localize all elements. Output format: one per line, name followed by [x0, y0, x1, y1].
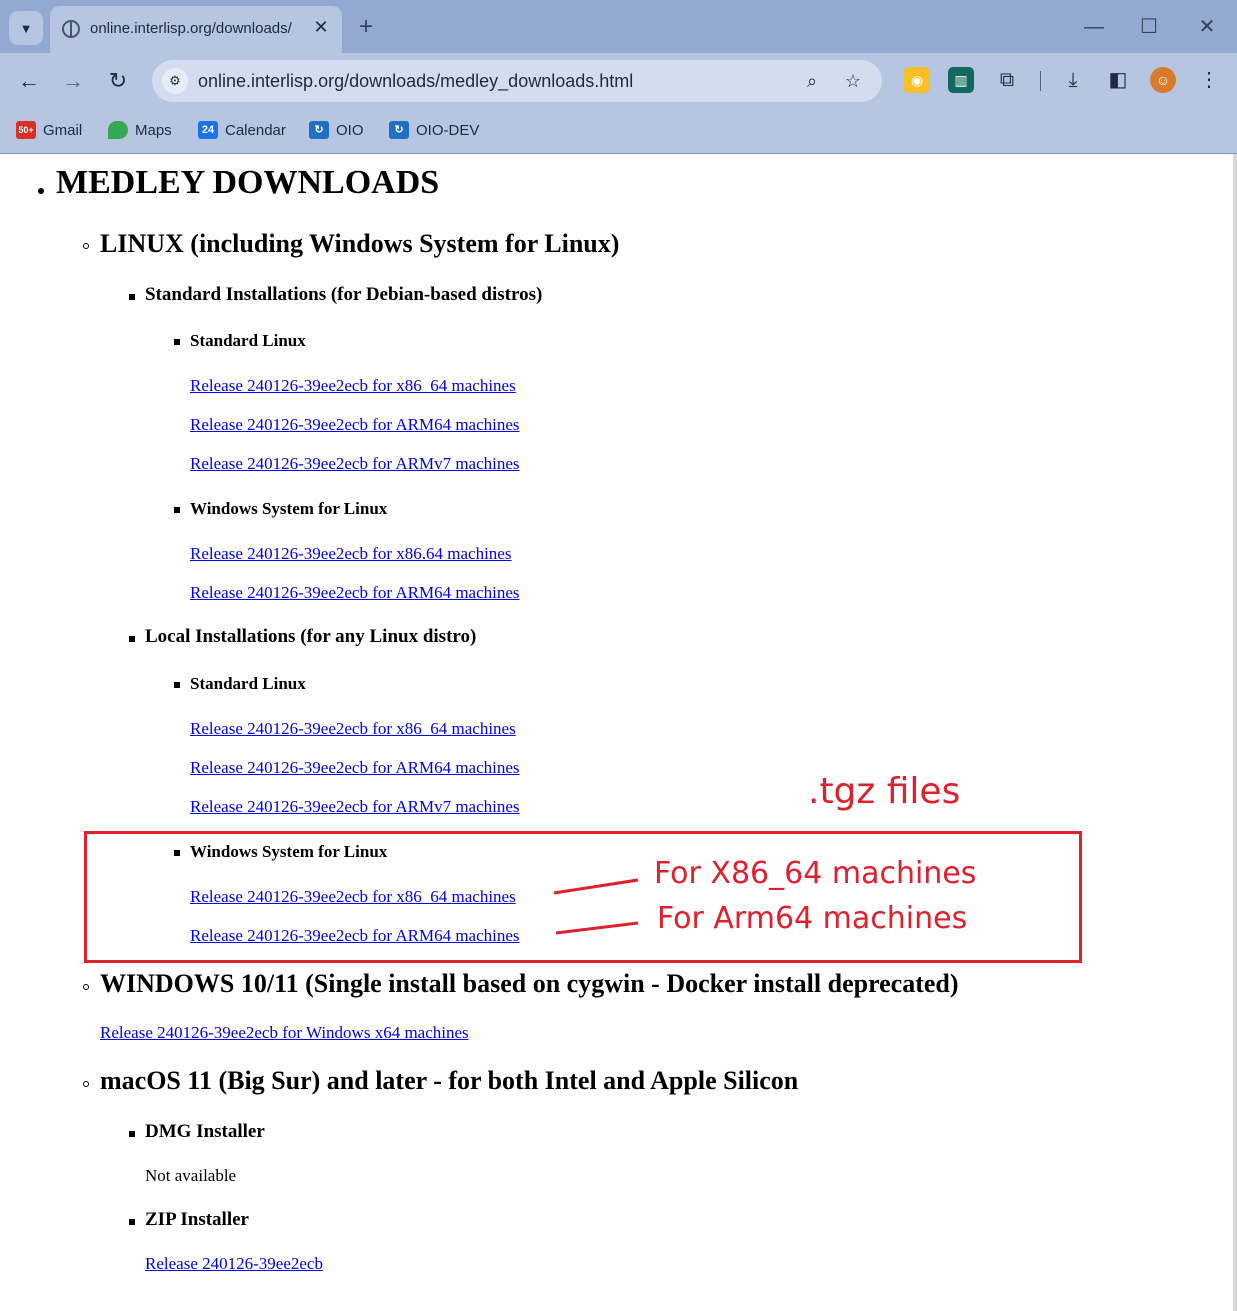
- forward-arrow-icon[interactable]: →: [55, 63, 91, 99]
- bookmark-calendar[interactable]: 24 Calendar: [198, 119, 286, 141]
- download-link[interactable]: Release 240126-39ee2ecb for x86_64 machi…: [190, 719, 516, 739]
- scrollbar[interactable]: [1233, 154, 1237, 1311]
- close-window-icon[interactable]: ✕: [1187, 10, 1227, 44]
- annotation-line-x86: [553, 878, 639, 895]
- tab-title: online.interlisp.org/downloads/: [90, 20, 292, 37]
- bookmark-label: OIO: [336, 121, 364, 139]
- toolbar: ← → ↻ ⚙ online.interlisp.org/downloads/m…: [0, 53, 1237, 109]
- side-panel-icon[interactable]: ◧: [1105, 67, 1131, 93]
- download-link[interactable]: Release 240126-39ee2ecb for x86.64 machi…: [190, 544, 511, 564]
- bullet: [38, 188, 44, 194]
- bullet: [83, 243, 89, 249]
- annotation-tgz-label: .tgz files: [808, 771, 961, 812]
- annotation-line-arm: [555, 921, 639, 935]
- browser-tab[interactable]: online.interlisp.org/downloads/ ✕: [50, 6, 342, 53]
- bookmark-gmail[interactable]: 50+ Gmail: [16, 119, 82, 141]
- star-icon[interactable]: ☆: [841, 69, 865, 93]
- bookmarks-bar: 50+ Gmail Maps 24 Calendar ↻ OIO ↻ OIO-D…: [0, 109, 1237, 153]
- bookmark-oio[interactable]: ↻ OIO: [309, 119, 364, 141]
- annotation-arm-label: For Arm64 machines: [657, 901, 968, 936]
- download-link[interactable]: Release 240126-39ee2ecb: [145, 1254, 323, 1274]
- bullet: [129, 1131, 135, 1137]
- tab-bar: ▼ online.interlisp.org/downloads/ ✕ + — …: [0, 0, 1237, 53]
- download-link[interactable]: Release 240126-39ee2ecb for ARM64 machin…: [190, 415, 520, 435]
- standard-linux-heading: Standard Linux: [190, 674, 306, 693]
- linux-heading: LINUX (including Windows System for Linu…: [100, 229, 620, 258]
- puzzle-icon[interactable]: ⧉: [994, 67, 1020, 93]
- download-link[interactable]: Release 240126-39ee2ecb for ARM64 machin…: [190, 758, 520, 778]
- zoom-icon[interactable]: ⌕: [800, 69, 824, 93]
- local-installations-heading: Local Installations (for any Linux distr…: [145, 626, 477, 647]
- tune-icon[interactable]: ⚙: [162, 68, 188, 94]
- toolbar-separator: [1040, 71, 1041, 91]
- download-link[interactable]: Release 240126-39ee2ecb for ARMv7 machin…: [190, 454, 520, 474]
- bullet: [83, 1081, 89, 1087]
- bookmark-maps[interactable]: Maps: [108, 119, 172, 141]
- chevron-down-icon[interactable]: ▼: [9, 11, 43, 45]
- keep-extension-icon[interactable]: ◉: [904, 67, 930, 93]
- windows-heading: WINDOWS 10/11 (Single install based on c…: [100, 969, 959, 998]
- download-link[interactable]: Release 240126-39ee2ecb for ARM64 machin…: [190, 583, 520, 603]
- bookmark-oio-dev[interactable]: ↻ OIO-DEV: [389, 119, 479, 141]
- kebab-menu-icon[interactable]: ⋮: [1196, 67, 1222, 93]
- address-bar[interactable]: ⚙ online.interlisp.org/downloads/medley_…: [152, 60, 882, 102]
- page-title: MEDLEY DOWNLOADS: [56, 164, 440, 201]
- plus-icon[interactable]: +: [352, 13, 380, 41]
- oio-dev-icon: ↻: [389, 121, 409, 139]
- bookmark-label: Maps: [135, 121, 172, 139]
- bullet: [174, 339, 180, 345]
- reload-icon[interactable]: ↻: [100, 63, 136, 99]
- bullet: [174, 682, 180, 688]
- bullet: [83, 984, 89, 990]
- bullet: [174, 507, 180, 513]
- wsl-heading: Windows System for Linux: [190, 499, 388, 518]
- browser-chrome: ▼ online.interlisp.org/downloads/ ✕ + — …: [0, 0, 1237, 154]
- dmg-status: Not available: [145, 1166, 237, 1185]
- url-text[interactable]: online.interlisp.org/downloads/medley_do…: [198, 71, 633, 92]
- download-link[interactable]: Release 240126-39ee2ecb for Windows x64 …: [100, 1023, 469, 1043]
- macos-heading: macOS 11 (Big Sur) and later - for both …: [100, 1066, 799, 1095]
- bookmark-label: OIO-DEV: [416, 121, 480, 139]
- download-icon[interactable]: ⤓: [1060, 67, 1086, 93]
- standard-installations-heading: Standard Installations (for Debian-based…: [145, 284, 543, 305]
- standard-linux-heading: Standard Linux: [190, 331, 306, 350]
- avatar[interactable]: ☺: [1150, 67, 1176, 93]
- download-link[interactable]: Release 240126-39ee2ecb for ARMv7 machin…: [190, 797, 520, 817]
- globe-icon: [62, 20, 80, 38]
- maps-pin-icon: [108, 121, 128, 139]
- annotation-x86-label: For X86_64 machines: [654, 856, 977, 891]
- oio-icon: ↻: [309, 121, 329, 139]
- back-arrow-icon[interactable]: ←: [11, 63, 47, 99]
- download-link[interactable]: Release 240126-39ee2ecb for x86_64 machi…: [190, 376, 516, 396]
- close-icon[interactable]: ✕: [310, 16, 332, 38]
- annotation-arrows: [553, 878, 639, 935]
- minimize-icon[interactable]: —: [1074, 10, 1114, 44]
- bookmark-label: Gmail: [43, 121, 83, 139]
- bullet: [129, 636, 135, 642]
- page-content: MEDLEY DOWNLOADS LINUX (including Window…: [0, 154, 1237, 1311]
- calendar-icon: 24: [198, 121, 218, 139]
- gmail-icon: 50+: [16, 121, 36, 139]
- kanban-extension-icon[interactable]: ▥: [948, 67, 974, 93]
- bullet: [129, 294, 135, 300]
- bullet: [129, 1219, 135, 1225]
- bookmark-label: Calendar: [225, 121, 286, 139]
- dmg-installer-heading: DMG Installer: [145, 1121, 265, 1142]
- maximize-icon[interactable]: ☐: [1129, 10, 1169, 44]
- zip-installer-heading: ZIP Installer: [145, 1209, 249, 1230]
